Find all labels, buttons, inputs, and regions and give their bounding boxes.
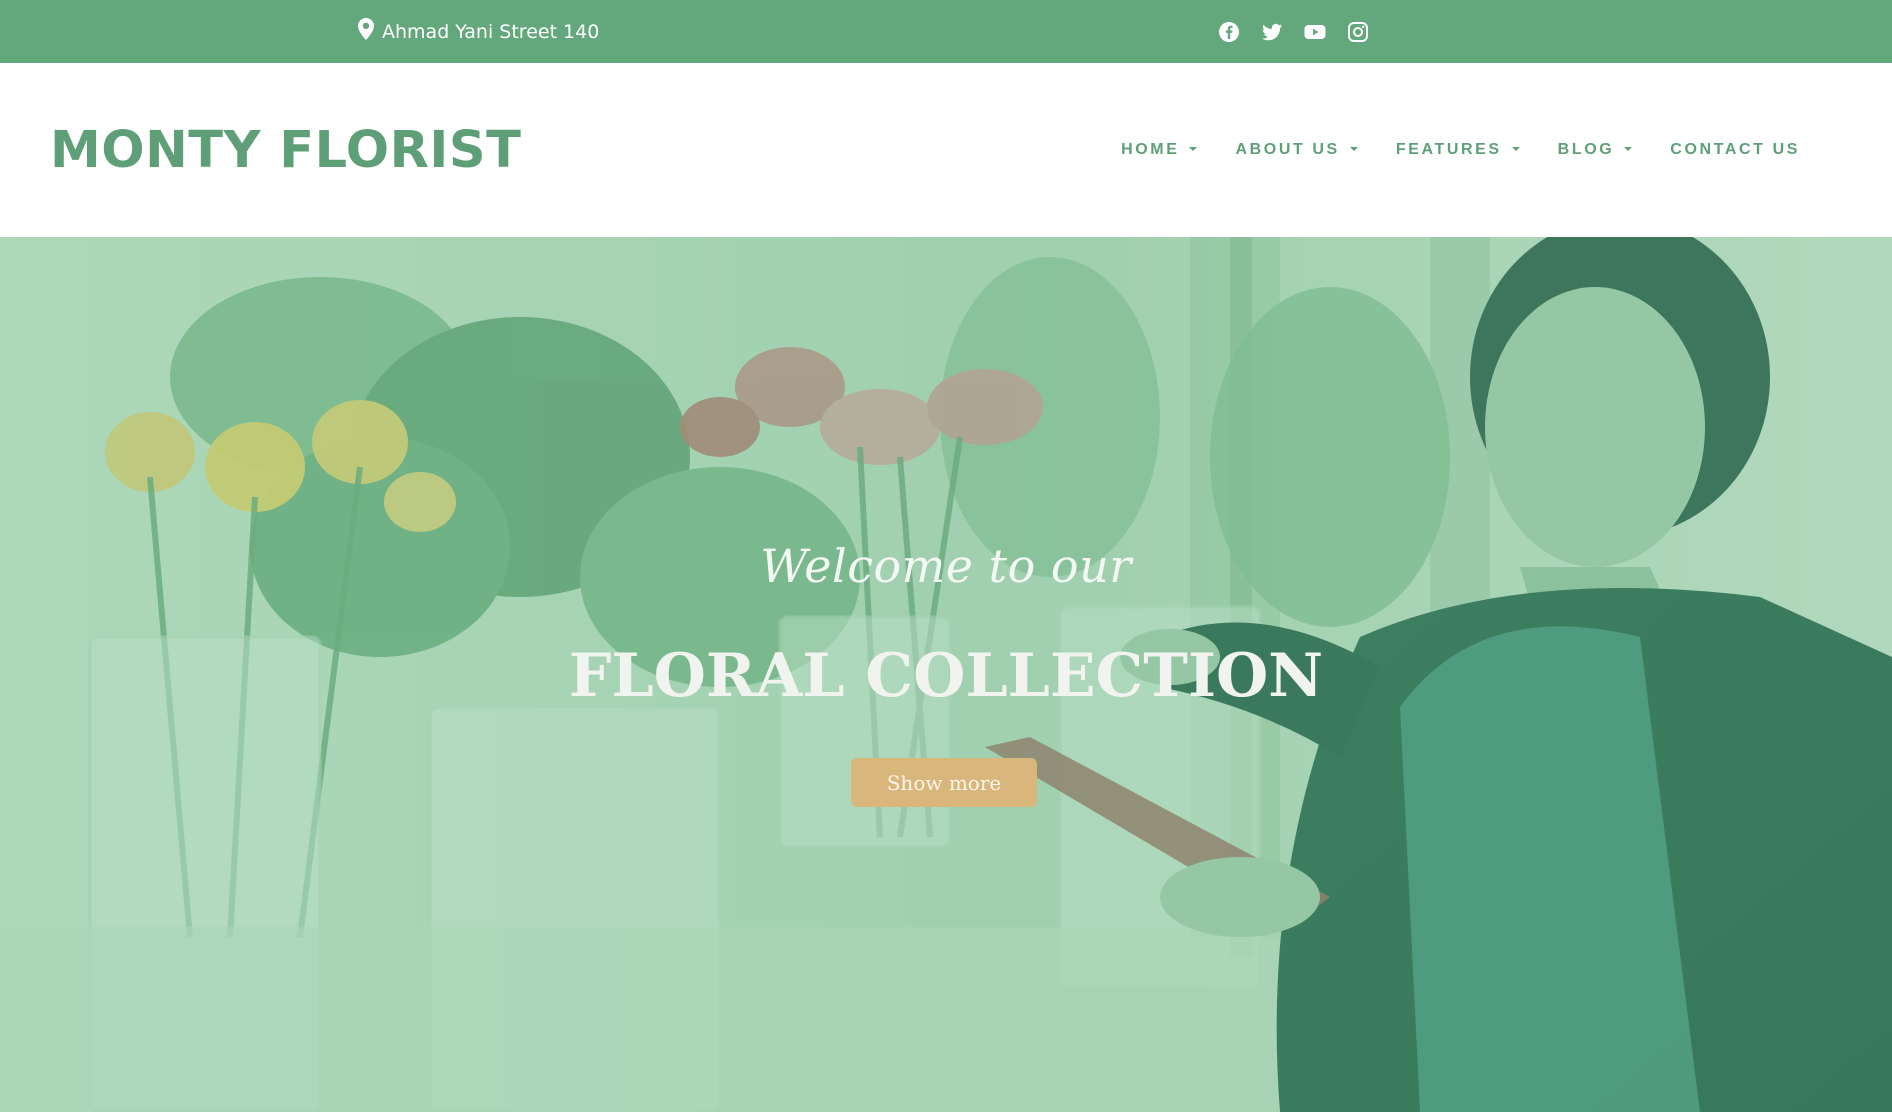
show-more-button[interactable]: Show more [851,758,1037,807]
nav-features[interactable]: FEATURES [1396,141,1520,159]
hero-headline: FLORAL COLLECTION [568,641,1324,711]
nav-home-label: HOME [1121,141,1180,158]
address-text: Ahmad Yani Street 140 [382,20,600,43]
nav-contact-us-label: CONTACT US [1670,141,1800,158]
caret-down-icon [1624,147,1633,151]
nav-contact-us[interactable]: CONTACT US [1670,141,1800,159]
nav-about-us-label: ABOUT US [1235,141,1340,158]
youtube-icon[interactable] [1304,21,1326,43]
hero-welcome-text: Welcome to our [760,539,1132,593]
map-pin-icon [358,18,374,45]
caret-down-icon [1511,147,1520,151]
hero-content: Welcome to our FLORAL COLLECTION Show mo… [0,237,1892,1112]
nav-blog-label: BLOG [1557,141,1615,158]
top-bar: Ahmad Yani Street 140 [0,0,1892,63]
caret-down-icon [1349,147,1358,151]
nav-about-us[interactable]: ABOUT US [1235,141,1358,159]
main-nav: HOME ABOUT US FEATURES BLOG CONTACT US [1121,63,1800,237]
hero-banner: Welcome to our FLORAL COLLECTION Show mo… [0,237,1892,1112]
nav-home[interactable]: HOME [1121,141,1198,159]
social-links [1218,0,1369,63]
facebook-icon[interactable] [1218,21,1240,43]
nav-blog[interactable]: BLOG [1558,141,1633,159]
twitter-icon[interactable] [1261,21,1283,43]
instagram-icon[interactable] [1347,21,1369,43]
site-logo[interactable]: MONTY FLORIST [50,63,521,237]
nav-features-label: FEATURES [1395,141,1502,158]
site-header: MONTY FLORIST HOME ABOUT US FEATURES BLO… [0,63,1892,237]
address: Ahmad Yani Street 140 [358,0,599,63]
caret-down-icon [1189,147,1198,151]
